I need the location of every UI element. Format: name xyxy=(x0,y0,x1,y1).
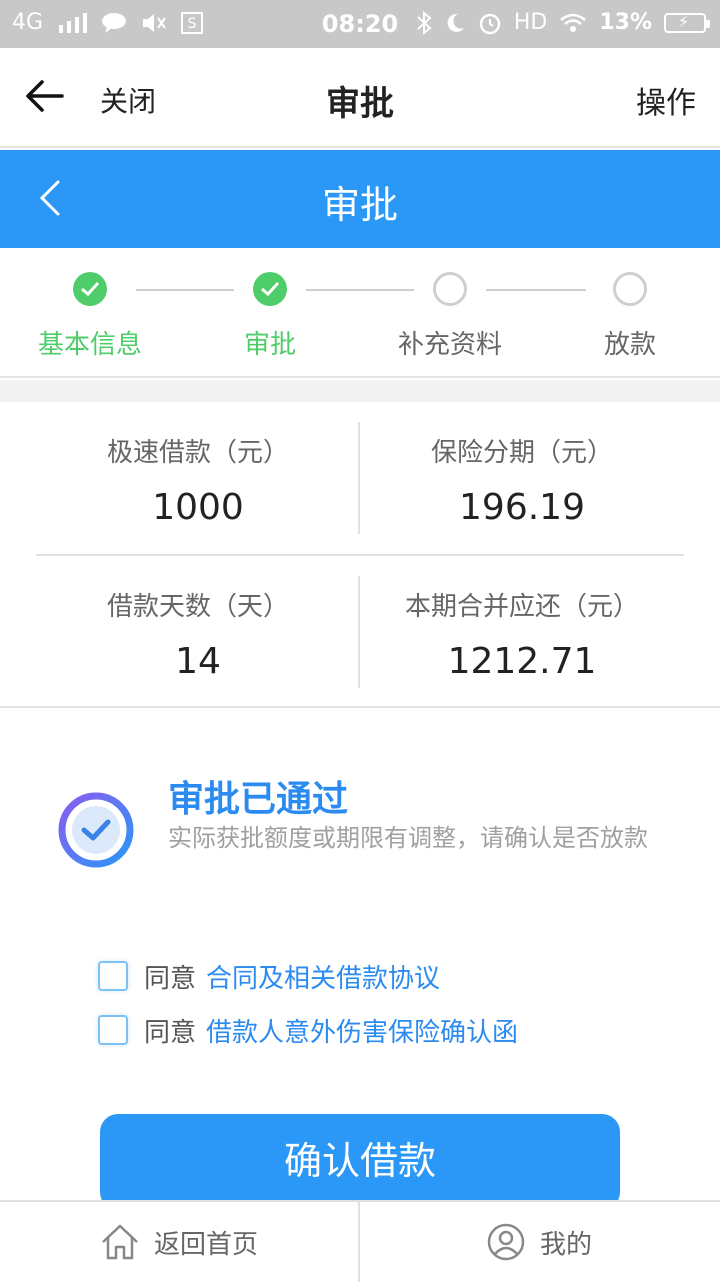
step-label: 补充资料 xyxy=(397,330,502,360)
loan-days-cell: 借款天数（天） 14 xyxy=(18,586,378,682)
loan-summary: 极速借款（元） 1000 保险分期（元） 196.19 借款天数（天） 14 本… xyxy=(0,402,720,708)
home-icon xyxy=(102,1224,138,1260)
agreement-checkbox[interactable] xyxy=(98,961,128,991)
step-label: 审批 xyxy=(243,330,296,360)
action-button[interactable]: 操作 xyxy=(636,78,696,122)
tab-mine[interactable]: 我的 xyxy=(360,1202,718,1282)
loan-amount-value: 1000 xyxy=(152,487,244,528)
bluetooth-icon xyxy=(417,10,432,35)
step-label: 放款 xyxy=(603,330,656,360)
insurance-value: 196.19 xyxy=(459,487,585,528)
tab-home-label: 返回首页 xyxy=(153,1229,258,1260)
confirm-loan-button[interactable]: 确认借款 xyxy=(100,1114,620,1210)
loan-amount-cell: 极速借款（元） 1000 xyxy=(18,432,378,528)
agreement-prefix: 同意 xyxy=(144,963,197,994)
app-bar: 关闭 审批 操作 xyxy=(0,48,720,148)
approval-headline: 审批已通过 xyxy=(168,779,349,820)
approved-check-icon xyxy=(58,792,134,868)
check-icon xyxy=(73,272,107,306)
section-gap xyxy=(0,380,720,402)
hd-label: HD xyxy=(513,10,548,35)
agreement-checkbox[interactable] xyxy=(98,1015,128,1045)
empty-circle-icon xyxy=(613,272,647,306)
empty-circle-icon xyxy=(433,272,467,306)
agreement-insurance[interactable]: 同意 借款人意外伤害保险确认函 xyxy=(98,1010,518,1050)
step-supplement: 补充资料 xyxy=(360,272,540,361)
battery-icon: ⚡ xyxy=(664,12,710,33)
loan-days-label: 借款天数（天） xyxy=(106,592,289,622)
contract-link[interactable]: 合同及相关借款协议 xyxy=(206,958,440,995)
approval-description: 实际获批额度或期限有调整，请确认是否放款 xyxy=(168,824,648,852)
step-basic-info: 基本信息 xyxy=(0,272,180,361)
insurance-confirmation-link[interactable]: 借款人意外伤害保险确认函 xyxy=(206,1012,518,1049)
check-icon xyxy=(253,272,287,306)
total-due-label: 本期合并应还（元） xyxy=(404,592,639,622)
progress-steps: 基本信息 审批 补充资料 放款 xyxy=(0,248,720,378)
agreement-prefix: 同意 xyxy=(144,1017,197,1048)
row-divider xyxy=(36,554,684,556)
sub-header-title: 审批 xyxy=(321,183,398,227)
insurance-label: 保险分期（元） xyxy=(430,438,613,468)
app-title: 审批 xyxy=(326,84,394,124)
step-approval: 审批 xyxy=(180,272,360,361)
total-due-cell: 本期合并应还（元） 1212.71 xyxy=(342,586,702,682)
loan-days-value: 14 xyxy=(175,641,221,682)
step-disburse: 放款 xyxy=(540,272,720,361)
tab-home[interactable]: 返回首页 xyxy=(0,1202,358,1282)
agreement-contract[interactable]: 同意 合同及相关借款协议 xyxy=(98,956,440,996)
sub-header: 审批 xyxy=(0,150,720,248)
status-bar: 4G S 08:20 HD 13% ⚡ xyxy=(0,0,720,48)
moon-icon xyxy=(447,13,464,32)
insurance-cell: 保险分期（元） 196.19 xyxy=(342,432,702,528)
status-right: HD 13% ⚡ xyxy=(416,10,710,35)
alarm-icon xyxy=(479,13,501,34)
bottom-tab-bar: 返回首页 我的 xyxy=(0,1200,720,1282)
user-icon xyxy=(487,1223,525,1261)
column-divider xyxy=(358,422,360,534)
loan-amount-label: 极速借款（元） xyxy=(106,438,289,468)
step-label: 基本信息 xyxy=(37,330,142,360)
battery-percent: 13% xyxy=(599,10,652,35)
tab-mine-label: 我的 xyxy=(539,1229,592,1260)
total-due-value: 1212.71 xyxy=(447,641,597,682)
wifi-icon xyxy=(560,13,587,32)
approval-result: 审批已通过 实际获批额度或期限有调整，请确认是否放款 xyxy=(0,710,720,930)
